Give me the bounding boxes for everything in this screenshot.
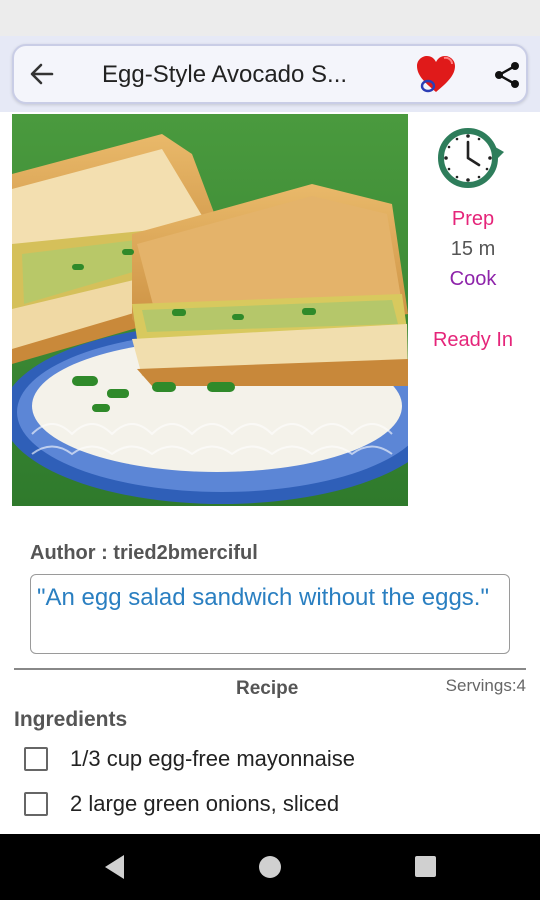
ingredient-item[interactable]: 2 large green onions, sliced — [24, 787, 339, 821]
servings-label[interactable]: Servings:4 — [446, 676, 526, 696]
ingredients-heading: Ingredients — [14, 708, 128, 731]
divider — [14, 668, 526, 670]
arrow-left-icon[interactable] — [28, 60, 56, 88]
description-box: "An egg salad sandwich without the eggs.… — [30, 574, 510, 654]
author-label: Author : tried2bmerciful — [30, 542, 258, 564]
prep-label: Prep — [451, 208, 495, 230]
recipe-label: Recipe — [236, 678, 299, 699]
ingredient-checkbox[interactable] — [24, 792, 48, 816]
app-bar: Egg-Style Avocado S... — [12, 44, 528, 104]
heart-icon[interactable] — [414, 54, 458, 96]
ready-in-label: Ready In — [432, 329, 514, 351]
description-text: "An egg salad sandwich without the eggs.… — [37, 584, 489, 611]
share-icon[interactable] — [492, 60, 522, 90]
recipe-title: Egg-Style Avocado S... — [102, 61, 348, 88]
status-bar — [0, 0, 540, 36]
ingredient-text: 1/3 cup egg-free mayonnaise — [70, 746, 355, 771]
nav-back-icon[interactable] — [104, 854, 126, 880]
nav-recents-icon[interactable] — [415, 856, 436, 877]
prep-value: 15 m — [450, 238, 496, 260]
app-bar-container: Egg-Style Avocado S... — [0, 36, 540, 112]
navigation-bar — [0, 834, 540, 900]
ingredient-text: 2 large green onions, sliced — [70, 791, 340, 816]
cook-label: Cook — [449, 268, 497, 290]
nav-home-icon[interactable] — [259, 856, 281, 878]
ingredient-item[interactable]: 1/3 cup egg-free mayonnaise — [24, 742, 355, 776]
screen: Egg-Style Avocado S... Prep 15 m Cook Re… — [0, 0, 540, 900]
recipe-photo — [12, 114, 408, 506]
ingredient-checkbox[interactable] — [24, 747, 48, 771]
clock-icon — [438, 128, 504, 188]
